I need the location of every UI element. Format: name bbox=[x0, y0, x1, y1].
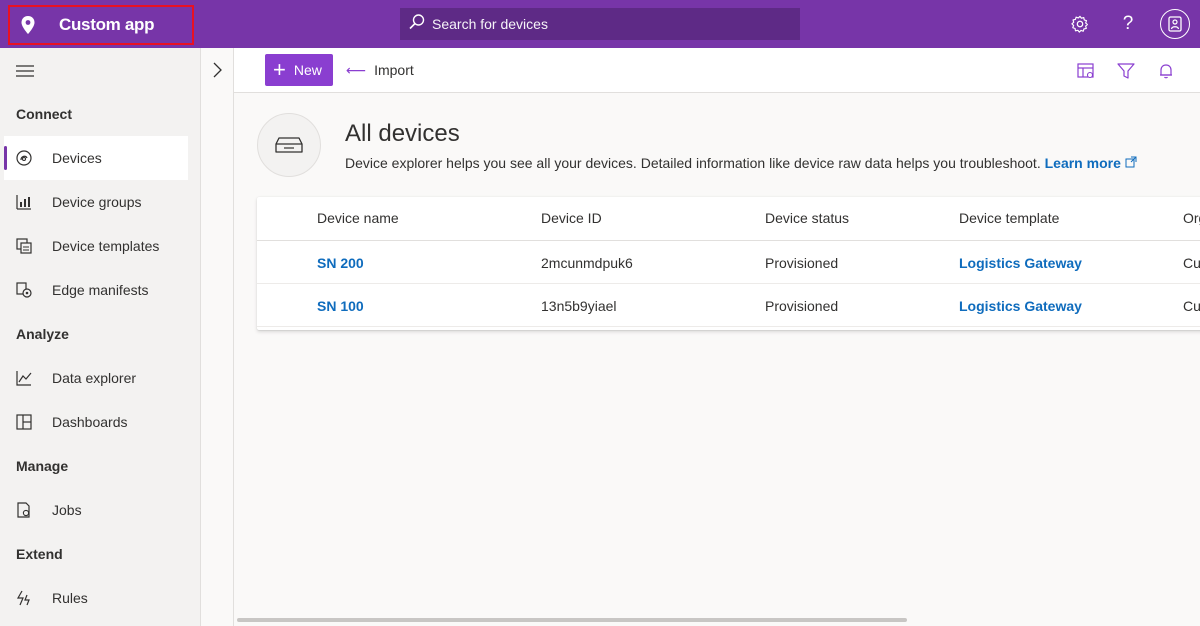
sidebar-item-dashboards[interactable]: Dashboards bbox=[4, 400, 188, 444]
sidebar-item-device-groups[interactable]: Device groups bbox=[4, 180, 188, 224]
section-analyze: Analyze bbox=[16, 326, 69, 342]
search-icon bbox=[408, 13, 426, 36]
learn-more-label: Learn more bbox=[1044, 155, 1121, 171]
devices-icon bbox=[15, 149, 33, 167]
column-header-org[interactable]: Org bbox=[1183, 210, 1200, 226]
section-extend: Extend bbox=[16, 546, 63, 562]
edge-manifests-icon bbox=[15, 281, 33, 299]
panel-collapse-column bbox=[201, 48, 234, 626]
devices-table: Device name Device ID Device status Devi… bbox=[257, 197, 1200, 330]
data-explorer-icon bbox=[15, 369, 33, 387]
hamburger-menu-icon[interactable] bbox=[16, 64, 34, 78]
search-placeholder: Search for devices bbox=[432, 16, 548, 32]
page-title: All devices bbox=[345, 120, 460, 147]
sidebar-item-rules[interactable]: Rules bbox=[4, 576, 188, 620]
dashboards-icon bbox=[15, 413, 33, 431]
new-button-label: New bbox=[293, 62, 322, 78]
column-header-device-template[interactable]: Device template bbox=[959, 210, 1059, 226]
table-row[interactable]: SN 100 13n5b9yiael Provisioned Logistics… bbox=[257, 284, 1200, 327]
app-title-button[interactable]: Custom app bbox=[8, 5, 194, 45]
device-template-link[interactable]: Logistics Gateway bbox=[959, 298, 1082, 314]
section-manage: Manage bbox=[16, 458, 69, 474]
sidebar-item-label: Jobs bbox=[52, 502, 82, 518]
description-text: Device explorer helps you see all your d… bbox=[345, 155, 1041, 171]
sidebar-item-device-templates[interactable]: Device templates bbox=[4, 224, 188, 268]
edit-columns-icon[interactable] bbox=[1076, 61, 1096, 81]
table-row[interactable]: SN 200 2mcunmdpuk6 Provisioned Logistics… bbox=[257, 241, 1200, 284]
help-icon[interactable]: ? bbox=[1116, 12, 1140, 36]
app-name: Custom app bbox=[59, 15, 155, 34]
filter-icon[interactable] bbox=[1116, 61, 1136, 81]
device-header-icon bbox=[257, 113, 321, 177]
sidebar-item-label: Device groups bbox=[52, 194, 142, 210]
device-id-cell: 13n5b9yiael bbox=[541, 298, 617, 314]
device-status-cell: Provisioned bbox=[765, 298, 839, 314]
device-name-link[interactable]: SN 100 bbox=[317, 298, 364, 314]
learn-more-link[interactable]: Learn more bbox=[1045, 155, 1137, 171]
rules-icon bbox=[15, 589, 33, 607]
sidebar-item-jobs[interactable]: Jobs bbox=[4, 488, 188, 532]
page-description: Device explorer helps you see all your d… bbox=[345, 155, 1137, 171]
sidebar-item-label: Data explorer bbox=[52, 370, 137, 386]
table-header: Device name Device ID Device status Devi… bbox=[257, 197, 1200, 241]
location-pin-icon bbox=[20, 15, 36, 35]
sidebar-item-label: Rules bbox=[52, 590, 88, 606]
plus-icon: + bbox=[273, 57, 286, 82]
sidebar-item-devices[interactable]: Devices bbox=[4, 136, 188, 180]
jobs-icon bbox=[15, 501, 33, 519]
sidebar-item-label: Edge manifests bbox=[52, 282, 149, 298]
notifications-icon[interactable] bbox=[1156, 61, 1176, 81]
sidebar-item-edge-manifests[interactable]: Edge manifests bbox=[4, 268, 188, 312]
sidebar: Connect Devices Device groups Device tem… bbox=[0, 48, 201, 626]
import-button[interactable]: ⟵ Import bbox=[346, 54, 414, 86]
chevron-right-icon[interactable] bbox=[211, 62, 223, 78]
device-name-link[interactable]: SN 200 bbox=[317, 255, 364, 271]
device-template-link[interactable]: Logistics Gateway bbox=[959, 255, 1082, 271]
top-bar: Custom app Search for devices ? bbox=[0, 0, 1200, 48]
column-header-device-name[interactable]: Device name bbox=[317, 210, 399, 226]
command-bar: + New ⟵ Import bbox=[234, 48, 1200, 93]
horizontal-scrollbar[interactable] bbox=[237, 618, 907, 622]
section-connect: Connect bbox=[16, 106, 72, 122]
device-templates-icon bbox=[15, 237, 33, 255]
import-arrow-icon: ⟵ bbox=[346, 61, 367, 78]
import-button-label: Import bbox=[374, 62, 414, 78]
column-header-device-status[interactable]: Device status bbox=[765, 210, 849, 226]
column-header-device-id[interactable]: Device ID bbox=[541, 210, 602, 226]
device-status-cell: Provisioned bbox=[765, 255, 839, 271]
sidebar-item-label: Device templates bbox=[52, 238, 160, 254]
avatar-icon[interactable] bbox=[1160, 9, 1190, 39]
search-input[interactable]: Search for devices bbox=[400, 8, 800, 40]
device-id-cell: 2mcunmdpuk6 bbox=[541, 255, 633, 271]
device-groups-icon bbox=[15, 193, 33, 211]
sidebar-item-label: Dashboards bbox=[52, 414, 128, 430]
new-button[interactable]: + New bbox=[265, 54, 333, 86]
settings-icon[interactable] bbox=[1068, 12, 1092, 36]
external-link-icon bbox=[1125, 155, 1137, 171]
org-cell: Cu bbox=[1183, 298, 1200, 314]
sidebar-item-data-explorer[interactable]: Data explorer bbox=[4, 356, 188, 400]
org-cell: Cu bbox=[1183, 255, 1200, 271]
sidebar-item-label: Devices bbox=[52, 150, 102, 166]
